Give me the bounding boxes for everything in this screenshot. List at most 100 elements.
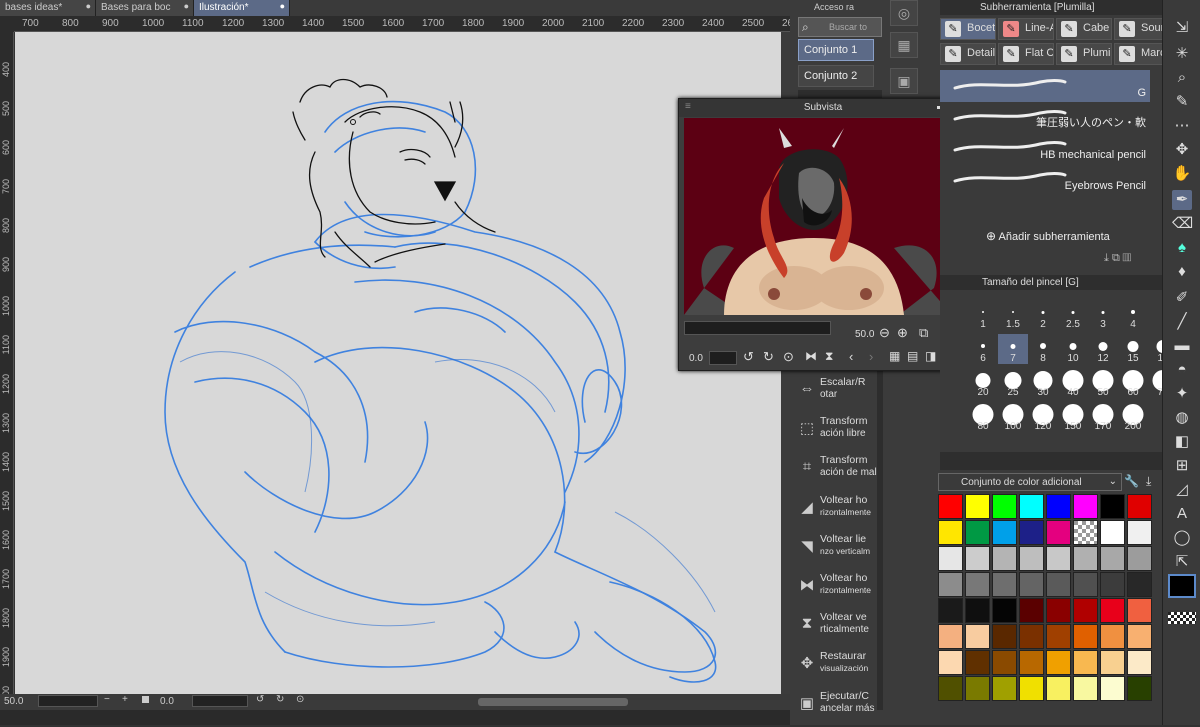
color-menu-icon[interactable]: ⤓ [1146, 474, 1151, 489]
balloon-icon[interactable]: ◯ [1172, 528, 1192, 548]
color-swatch[interactable] [1127, 624, 1152, 649]
color-swatch[interactable] [1073, 650, 1098, 675]
next-image-icon[interactable]: › [869, 349, 873, 364]
flip-horizontal-icon[interactable]: ⧓ [805, 349, 817, 363]
select-icon[interactable]: ⋯ [1172, 116, 1192, 136]
import-icon[interactable]: ⤓ [1104, 252, 1109, 264]
duplicate-icon[interactable]: ⧉ [1112, 252, 1120, 264]
color-swatch[interactable] [1100, 676, 1125, 701]
brush-size-option[interactable]: 80 [968, 402, 998, 432]
color-swatch[interactable] [1100, 624, 1125, 649]
color-swatch[interactable] [965, 650, 990, 675]
horizontal-scrollbar[interactable] [478, 698, 628, 706]
brush-size-option[interactable]: 4 [1118, 300, 1148, 330]
subview-rotation-slider[interactable] [709, 351, 737, 365]
color-swatch[interactable] [938, 494, 963, 519]
color-swatch[interactable] [992, 520, 1017, 545]
color-swatch[interactable] [992, 676, 1017, 701]
color-swatch[interactable] [1073, 520, 1098, 545]
color-swatch[interactable] [1019, 546, 1044, 571]
color-swatch[interactable] [1046, 546, 1071, 571]
brush-size-option[interactable]: 12 [1088, 334, 1118, 364]
quick-tool-item[interactable]: ⌗ Transform ación de mal [798, 452, 877, 491]
zoom-icon[interactable]: ⌕ [1172, 68, 1192, 88]
fill-icon[interactable]: ▬ [1172, 336, 1192, 356]
brush-size-option[interactable]: 7 [998, 334, 1028, 364]
color-swatch[interactable] [965, 546, 990, 571]
reset-rotation-icon[interactable]: ⊙ [296, 694, 304, 705]
pen-icon[interactable]: ✒ [1172, 190, 1192, 210]
brush-size-option[interactable]: 2.5 [1058, 300, 1088, 330]
rotate-right-icon[interactable]: ↻ [763, 349, 774, 365]
color-swatch[interactable] [1100, 546, 1125, 571]
quick-tool-item[interactable]: ✥ Restaurar visualización [798, 648, 874, 687]
figure-icon[interactable]: ⊞ [1172, 456, 1192, 476]
blend-icon[interactable]: ♦ [1172, 262, 1192, 282]
brush-size-option[interactable]: 1.5 [998, 300, 1028, 330]
color-swatch[interactable] [1127, 676, 1152, 701]
subtool-group-tab[interactable]: ✎ Flat C [998, 43, 1054, 65]
zoom-out-icon[interactable]: − [104, 694, 110, 705]
color-swatch[interactable] [992, 624, 1017, 649]
color-swatch[interactable] [965, 624, 990, 649]
color-swatch[interactable] [1073, 546, 1098, 571]
main-color-swatch[interactable] [1168, 574, 1196, 598]
brush-size-option[interactable]: 15 [1118, 334, 1148, 364]
color-swatch[interactable] [1046, 676, 1071, 701]
color-swatch[interactable] [1127, 520, 1152, 545]
zoom-in-icon[interactable]: ⊕ [897, 325, 908, 341]
color-swatch[interactable] [965, 598, 990, 623]
color-swatch[interactable] [938, 676, 963, 701]
brush-size-option[interactable]: 2 [1028, 300, 1058, 330]
tool-list-scrollbar[interactable] [877, 370, 883, 710]
gradient-icon[interactable]: ◧ [1172, 432, 1192, 452]
brush-preset[interactable]: HB mechanical pencil [940, 132, 1150, 164]
quick-tool-item[interactable]: ◢ Voltear ho rizontalmente [798, 492, 874, 531]
previous-image-icon[interactable]: ‹ [849, 349, 853, 364]
color-swatch[interactable] [1100, 520, 1125, 545]
subtool-group-tab[interactable]: ✎ Plumi [1056, 43, 1112, 65]
color-swatch[interactable] [938, 520, 963, 545]
flip-vertical-icon[interactable]: ⧗ [825, 349, 833, 364]
zoom-value[interactable]: 50.0 [4, 696, 23, 707]
quick-tool-item[interactable]: ◥ Voltear lie nzo verticalm [798, 531, 874, 570]
fit-window-icon[interactable]: ⧉ [919, 325, 928, 341]
set-scroll[interactable] [798, 90, 882, 98]
rotate-right-icon[interactable]: ↻ [276, 694, 284, 705]
move-icon[interactable]: ⇲ [1172, 18, 1192, 38]
subview-rotation-value[interactable]: 0.0 [689, 353, 703, 364]
color-swatch[interactable] [1127, 650, 1152, 675]
color-swatch[interactable] [1019, 624, 1044, 649]
subtool-group-tab[interactable]: ✎ Detail [940, 43, 996, 65]
color-swatch[interactable] [965, 572, 990, 597]
airbrush-icon[interactable]: ♠ [1172, 238, 1192, 258]
color-swatch[interactable] [1100, 494, 1125, 519]
set-conjunto-2[interactable]: Conjunto 2 [798, 65, 874, 87]
subview-zoom-slider[interactable] [684, 321, 831, 335]
brush-preset[interactable]: G [940, 70, 1150, 102]
color-swatch[interactable] [1127, 546, 1152, 571]
color-swatch[interactable] [992, 598, 1017, 623]
brush-size-option[interactable]: 8 [1028, 334, 1058, 364]
brush-size-option[interactable]: 200 [1118, 402, 1148, 432]
correct-line-icon[interactable]: ⇱ [1172, 552, 1192, 572]
tab-bases-para-boceto[interactable]: Bases para boc ● [96, 0, 194, 16]
brush-size-option[interactable]: 50 [1088, 368, 1118, 398]
brush-size-option[interactable]: 6 [968, 334, 998, 364]
color-swatch[interactable] [992, 650, 1017, 675]
color-swatch[interactable] [965, 676, 990, 701]
bucket-icon[interactable]: ◓ [1172, 360, 1192, 380]
zoom-out-icon[interactable]: ⊖ [879, 325, 890, 341]
fit-icon[interactable] [142, 696, 149, 703]
color-swatch[interactable] [1019, 520, 1044, 545]
color-set-dropdown[interactable]: Conjunto de color adicional ⌄ [938, 473, 1122, 491]
color-swatch[interactable] [1127, 494, 1152, 519]
hand-icon[interactable]: ✋ [1172, 164, 1192, 184]
layer-icon[interactable]: ▣ [890, 68, 918, 94]
navigator-icon[interactable]: ◎ [890, 0, 918, 26]
frame-icon[interactable]: ◿ [1172, 480, 1192, 500]
tab-bases-ideas[interactable]: bases ideas* ● [0, 0, 96, 16]
brush-size-option[interactable]: 150 [1058, 402, 1088, 432]
rotation-value[interactable]: 0.0 [160, 696, 174, 707]
color-swatch[interactable] [1019, 650, 1044, 675]
